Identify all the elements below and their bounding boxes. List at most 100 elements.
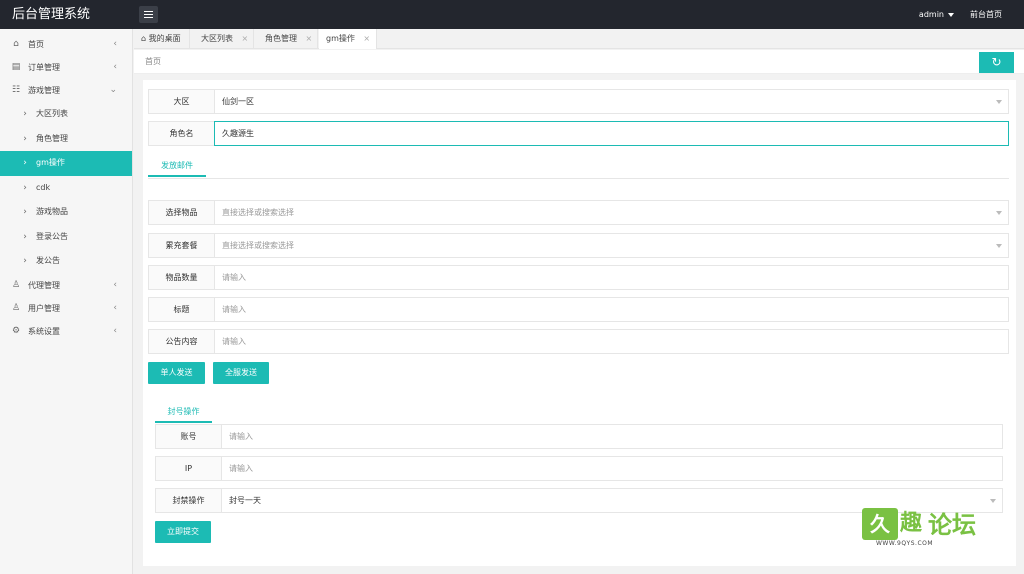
tab-label: 大区列表 bbox=[201, 34, 233, 43]
sidebar-item-home[interactable]: ⌂ 首页 ‹ bbox=[0, 33, 132, 56]
forum-watermark-logo: 久 趣 论坛 WWW.9QYS.COM bbox=[862, 508, 1002, 550]
sidebar-item-game-management[interactable]: ☷ 游戏管理 ⌄ bbox=[0, 79, 132, 102]
refresh-button[interactable]: ↻ bbox=[979, 52, 1014, 73]
chevron-down-icon: ⌄ bbox=[109, 85, 117, 95]
chevron-right-icon: › bbox=[23, 182, 27, 193]
close-icon[interactable]: × bbox=[306, 34, 313, 43]
region-value: 仙剑一区 bbox=[222, 97, 254, 106]
gear-icon: ⚙ bbox=[11, 325, 21, 336]
hamburger-icon bbox=[144, 11, 153, 12]
chevron-right-icon: › bbox=[23, 256, 27, 266]
ip-row: IP 请输入 bbox=[155, 456, 1003, 481]
account-label: 账号 bbox=[155, 424, 221, 449]
recharge-label: 累充套餐 bbox=[148, 233, 214, 258]
menu-toggle-button[interactable] bbox=[139, 6, 158, 23]
divider bbox=[148, 178, 1009, 179]
subject-input[interactable]: 请输入 bbox=[214, 297, 1009, 322]
sidebar-item-user-management[interactable]: ♙ 用户管理 ‹ bbox=[0, 297, 132, 320]
tab-my-desktop[interactable]: ⌂ 我的桌面 bbox=[134, 29, 190, 49]
role-name-value: 久趣源生 bbox=[222, 129, 254, 138]
sidebar-item-agent-management[interactable]: ♙ 代理管理 ‹ bbox=[0, 274, 132, 297]
sitemap-icon: ☷ bbox=[11, 85, 21, 95]
close-icon[interactable]: × bbox=[242, 34, 249, 43]
tab-role-management[interactable]: 角色管理 × bbox=[258, 29, 318, 49]
chevron-left-icon: ‹ bbox=[113, 279, 117, 290]
chevron-right-icon: › bbox=[23, 207, 27, 217]
dropdown-arrow-icon bbox=[996, 211, 1002, 215]
close-icon[interactable]: × bbox=[363, 34, 370, 43]
sidebar-item-label: 角色管理 bbox=[36, 133, 68, 143]
logo-mark: 久 bbox=[862, 508, 898, 540]
tab-region-list[interactable]: 大区列表 × bbox=[194, 29, 254, 49]
send-all-button[interactable]: 全服发送 bbox=[213, 362, 269, 384]
sidebar-item-label: cdk bbox=[36, 182, 51, 192]
subject-label: 标题 bbox=[148, 297, 214, 322]
sidebar-item-label: 首页 bbox=[28, 40, 44, 49]
logo-text: 论坛 bbox=[928, 511, 976, 539]
account-row: 账号 请输入 bbox=[155, 424, 1003, 449]
sidebar-item-label: 登录公告 bbox=[36, 231, 68, 241]
sidebar-item-label: 发公告 bbox=[36, 256, 60, 265]
recharge-placeholder: 直接选择或搜索选择 bbox=[222, 241, 294, 250]
quantity-input[interactable]: 请输入 bbox=[214, 265, 1009, 290]
hamburger-icon bbox=[144, 14, 153, 15]
ban-action-value: 封号一天 bbox=[229, 496, 261, 505]
region-row: 大区 仙剑一区 bbox=[148, 89, 1009, 114]
region-select[interactable]: 仙剑一区 bbox=[214, 89, 1009, 114]
item-select[interactable]: 直接选择或搜索选择 bbox=[214, 200, 1009, 225]
tab-gm-operation[interactable]: gm操作 × bbox=[319, 29, 377, 49]
content-panel: 大区 仙剑一区 角色名 久趣源生 发放邮件 选择物品 直接选择或搜索选择 累充套… bbox=[143, 80, 1016, 566]
sidebar-item-system-settings[interactable]: ⚙ 系统设置 ‹ bbox=[0, 320, 132, 343]
submit-button[interactable]: 立即提交 bbox=[155, 521, 211, 543]
chevron-right-icon: › bbox=[23, 133, 27, 144]
breadcrumb[interactable]: 首页 bbox=[145, 50, 161, 74]
tab-ban-operation[interactable]: 封号操作 bbox=[155, 404, 212, 423]
user-menu[interactable]: admin bbox=[919, 10, 954, 19]
app-title: 后台管理系统 bbox=[12, 7, 91, 22]
sidebar-item-label: 游戏管理 bbox=[28, 86, 60, 95]
sidebar-item-post-notice[interactable]: › 发公告 bbox=[0, 249, 132, 274]
sidebar-item-orders[interactable]: ▤ 订单管理 ‹ bbox=[0, 56, 132, 79]
ip-input[interactable]: 请输入 bbox=[221, 456, 1003, 481]
user-icon: ♙ bbox=[11, 279, 21, 290]
sidebar-item-game-items[interactable]: › 游戏物品 bbox=[0, 200, 132, 225]
tab-send-mail[interactable]: 发放邮件 bbox=[148, 158, 206, 177]
sidebar-item-label: 代理管理 bbox=[28, 280, 60, 290]
sidebar-item-label: 订单管理 bbox=[28, 63, 60, 72]
account-input[interactable]: 请输入 bbox=[221, 424, 1003, 449]
user-name: admin bbox=[918, 10, 944, 19]
breadcrumb-bar: 首页 ↻ bbox=[134, 50, 1024, 74]
recharge-package-select[interactable]: 直接选择或搜索选择 bbox=[214, 233, 1009, 258]
sidebar: ⌂ 首页 ‹ ▤ 订单管理 ‹ ☷ 游戏管理 ⌄ › 大区列表 › 角色管理 ›… bbox=[0, 29, 133, 574]
top-right-nav: admin 前台首页 bbox=[919, 0, 1002, 29]
content-label: 公告内容 bbox=[148, 329, 214, 354]
sidebar-item-region-list[interactable]: › 大区列表 bbox=[0, 102, 132, 127]
sidebar-item-label: 游戏物品 bbox=[36, 207, 68, 216]
chevron-left-icon: ‹ bbox=[113, 302, 117, 313]
role-name-input[interactable]: 久趣源生 bbox=[214, 121, 1009, 146]
sidebar-item-gm-operation[interactable]: › gm操作 bbox=[0, 151, 132, 176]
order-icon: ▤ bbox=[11, 62, 21, 72]
ban-action-label: 封禁操作 bbox=[155, 488, 221, 513]
chevron-left-icon: ‹ bbox=[113, 325, 117, 336]
role-label: 角色名 bbox=[148, 121, 214, 146]
content-row: 公告内容 请输入 bbox=[148, 329, 1009, 354]
sidebar-item-label: gm操作 bbox=[36, 158, 65, 167]
chevron-right-icon: › bbox=[23, 158, 27, 168]
frontend-home-link[interactable]: 前台首页 bbox=[970, 9, 1002, 20]
tab-label: gm操作 bbox=[326, 34, 355, 43]
top-bar: 后台管理系统 admin 前台首页 bbox=[0, 0, 1024, 29]
sidebar-item-label: 用户管理 bbox=[28, 303, 60, 313]
sidebar-item-role-management[interactable]: › 角色管理 bbox=[0, 127, 132, 152]
chevron-right-icon: › bbox=[23, 231, 27, 242]
send-single-button[interactable]: 单人发送 bbox=[148, 362, 205, 384]
item-row: 选择物品 直接选择或搜索选择 bbox=[148, 200, 1009, 225]
item-placeholder: 直接选择或搜索选择 bbox=[222, 208, 294, 217]
sidebar-item-label: 大区列表 bbox=[36, 109, 68, 118]
sidebar-item-login-notice[interactable]: › 登录公告 bbox=[0, 225, 132, 250]
ip-label: IP bbox=[155, 456, 221, 481]
user-icon: ♙ bbox=[11, 302, 21, 313]
quantity-row: 物品数量 请输入 bbox=[148, 265, 1009, 290]
sidebar-item-cdk[interactable]: › cdk bbox=[0, 176, 132, 201]
content-input[interactable]: 请输入 bbox=[214, 329, 1009, 354]
